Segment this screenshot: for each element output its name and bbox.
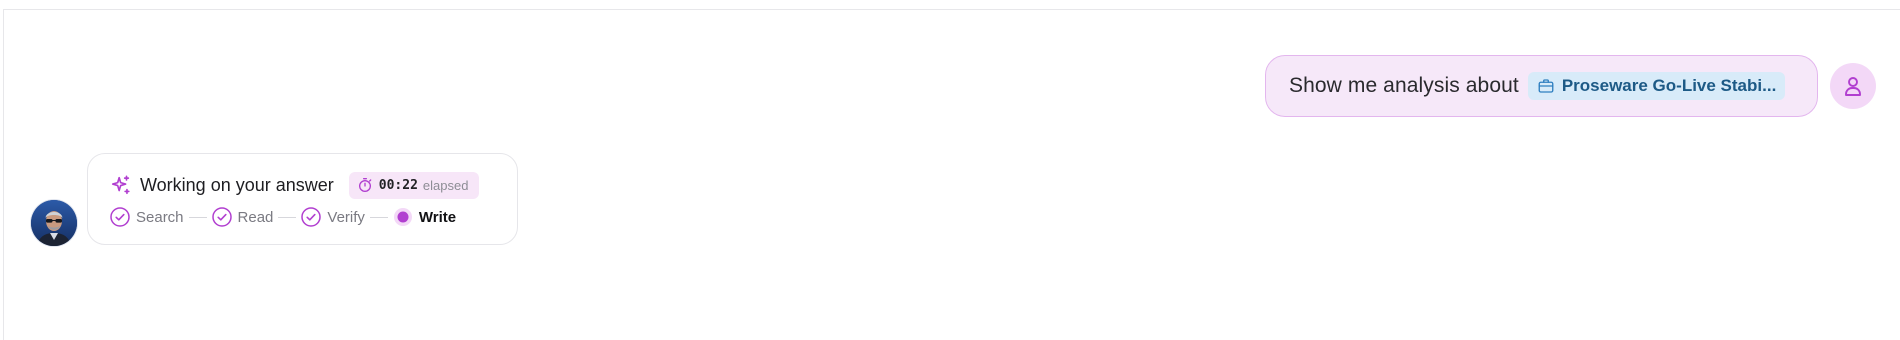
- status-title: Working on your answer: [140, 174, 334, 195]
- check-circle-icon: [211, 207, 232, 227]
- step-label: Search: [136, 208, 184, 226]
- progress-steps: Search Read Verify Write: [110, 206, 456, 228]
- step-connector: [369, 216, 388, 218]
- timer-suffix: elapsed: [422, 177, 469, 193]
- step-label: Verify: [327, 208, 365, 226]
- step-verify: Verify: [301, 207, 365, 227]
- user-avatar: [1830, 63, 1876, 109]
- step-write: Write: [393, 207, 456, 227]
- step-label-active: Write: [418, 208, 457, 226]
- context-chip[interactable]: Proseware Go-Live Stabi...: [1527, 72, 1785, 100]
- assistant-avatar-photo: [31, 200, 77, 246]
- step-read: Read: [211, 207, 274, 227]
- timer-value: 00:22: [378, 177, 418, 193]
- elapsed-timer: 00:22 elapsed: [348, 171, 480, 199]
- step-search: Search: [110, 207, 184, 227]
- step-connector: [188, 216, 207, 218]
- active-dot-icon: [393, 208, 412, 226]
- user-message-text: Show me analysis about: [1289, 74, 1519, 97]
- chat-panel: Show me analysis about Proseware Go-Live…: [3, 9, 1900, 340]
- step-label: Read: [237, 208, 274, 226]
- assistant-avatar: [31, 200, 77, 246]
- status-header: Working on your answer 00:22 elapsed: [110, 171, 480, 199]
- briefcase-icon: [1538, 79, 1554, 93]
- sparkle-icon: [111, 175, 130, 195]
- check-circle-icon: [301, 207, 322, 227]
- check-circle-icon: [110, 207, 130, 227]
- context-chip-label: Proseware Go-Live Stabi...: [1561, 76, 1777, 95]
- assistant-status-card: Working on your answer 00:22 elapsed Sea…: [87, 153, 518, 245]
- step-connector: [278, 216, 297, 218]
- user-icon: [1845, 77, 1861, 96]
- stopwatch-icon: [358, 178, 372, 192]
- user-message-bubble: Show me analysis about Proseware Go-Live…: [1265, 55, 1818, 117]
